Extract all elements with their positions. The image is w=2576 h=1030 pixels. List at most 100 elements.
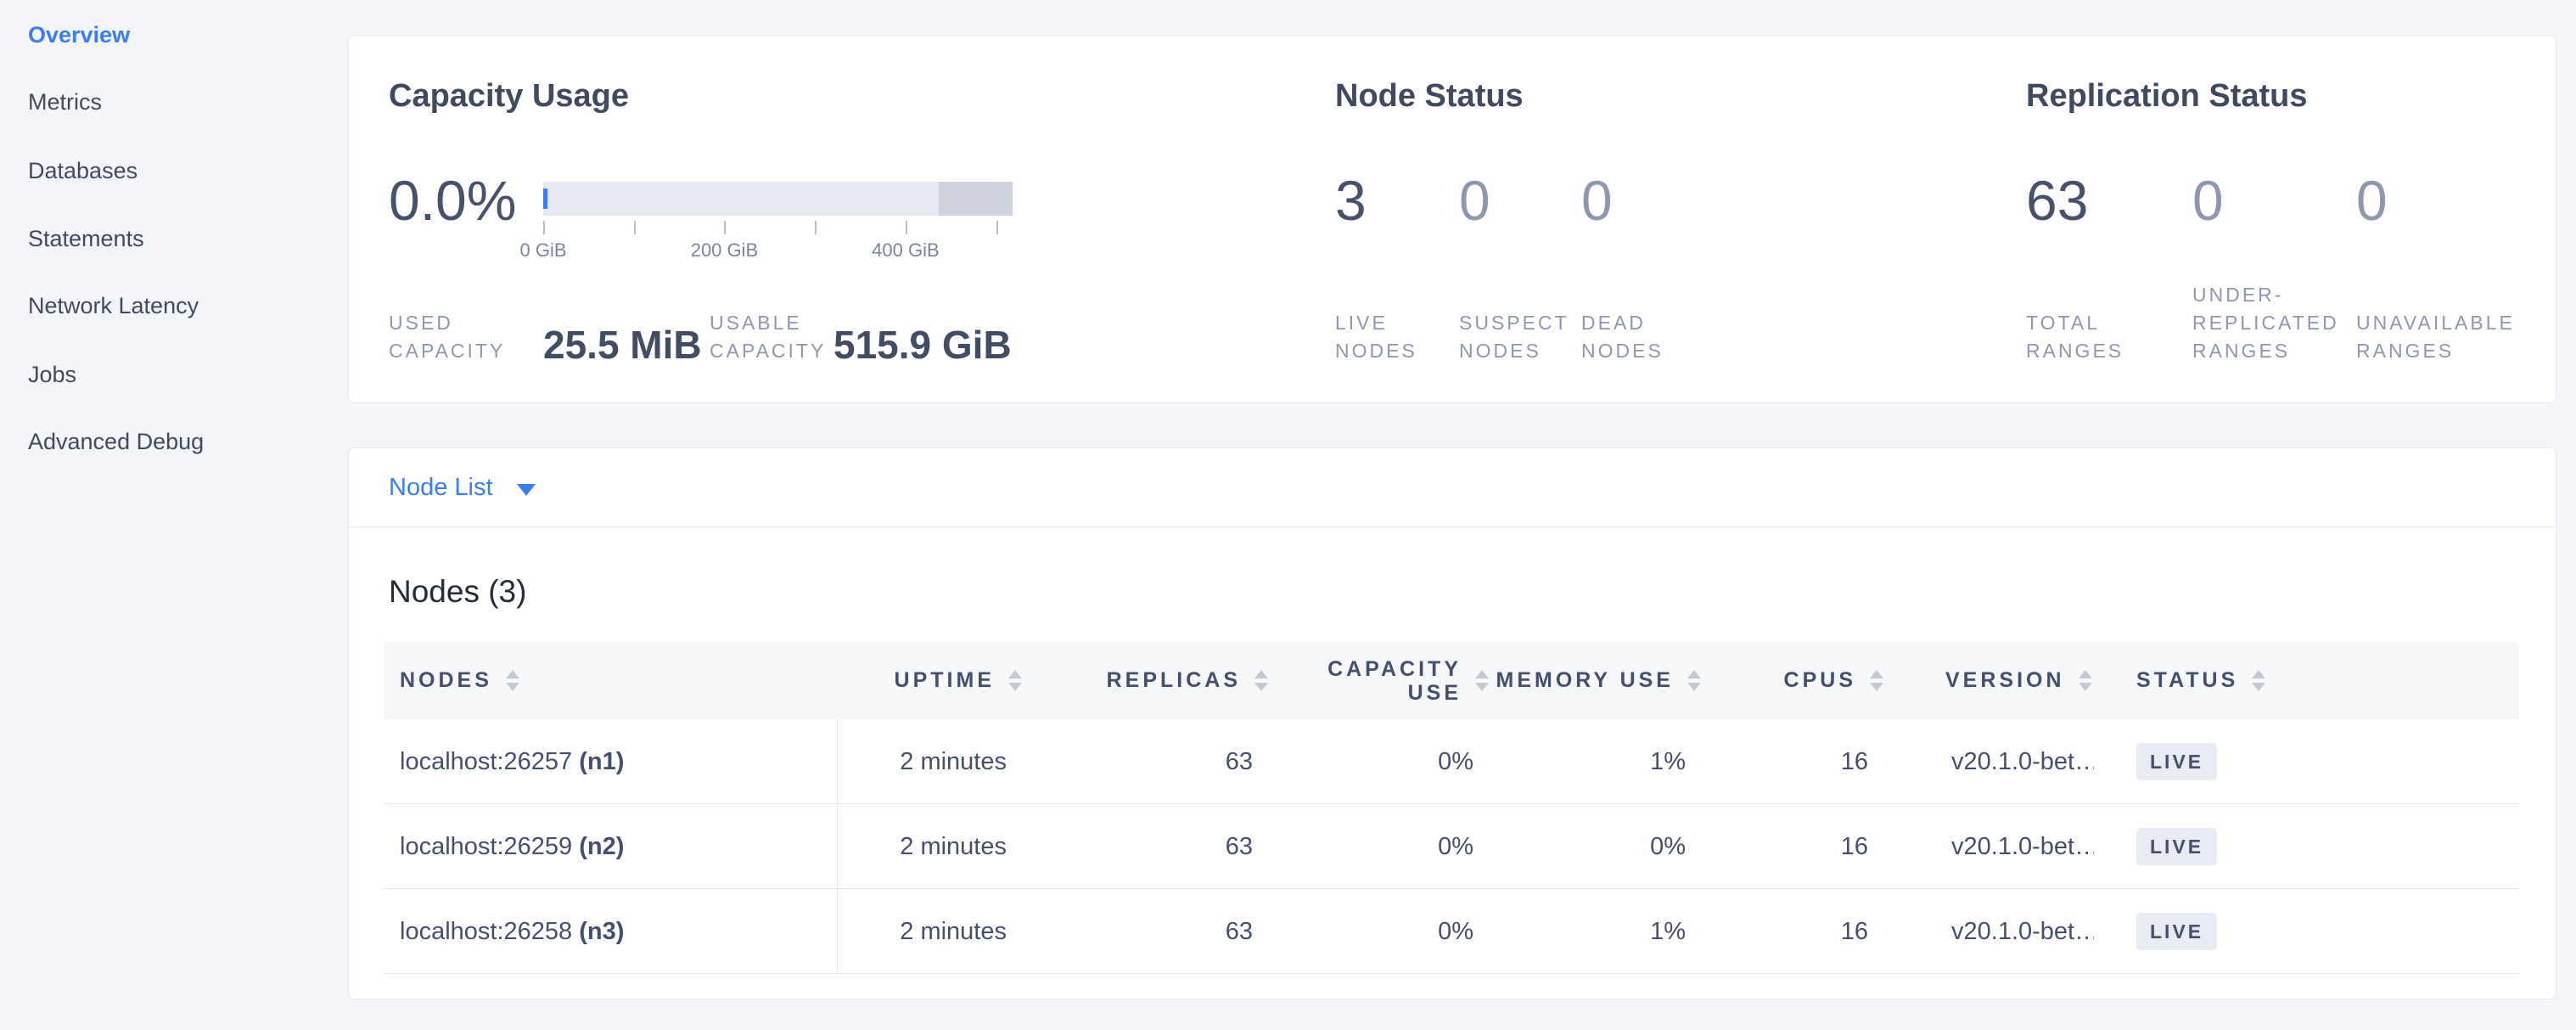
status-badge: LIVE xyxy=(2136,828,2217,865)
memory-use-cell: 1% xyxy=(1504,748,1716,776)
suspect-nodes-label-line2: NODES xyxy=(1459,337,1569,365)
cpus-cell: 16 xyxy=(1716,918,1899,946)
view-selector-bar: Node List xyxy=(349,448,2556,527)
used-capacity-value: 25.5 MiB xyxy=(543,324,702,365)
column-header-replicas-label: REPLICAS xyxy=(1107,668,1241,693)
suspect-nodes-count: 0 xyxy=(1459,170,1490,231)
table-row-node-2[interactable]: localhost:26259 (n2) 2 minutes 63 0% 0% … xyxy=(384,804,2519,889)
used-capacity-label-line1: USED xyxy=(389,309,505,337)
total-ranges-count: 63 xyxy=(2026,170,2088,231)
total-ranges-label: TOTAL RANGES xyxy=(2026,309,2124,365)
version-cell: v20.1.0-bet… xyxy=(1899,918,2094,946)
node-address-cell: localhost:26257 (n1) xyxy=(384,719,838,804)
column-header-capacity-use-label: CAPACITY USE xyxy=(1327,657,1462,705)
unavailable-ranges-label-line1: UNAVAILABLE xyxy=(2356,309,2515,337)
column-header-uptime[interactable]: UPTIME xyxy=(838,668,1037,693)
column-header-nodes[interactable]: NODES xyxy=(384,668,838,693)
cpus-cell: 16 xyxy=(1716,833,1899,861)
sidebar-item-statements[interactable]: Statements xyxy=(28,222,144,256)
under-replicated-ranges-label: UNDER- REPLICATED RANGES xyxy=(2192,281,2339,365)
unavailable-ranges-count: 0 xyxy=(2356,170,2388,231)
dead-nodes-count: 0 xyxy=(1581,170,1613,231)
under-replicated-label-line1: UNDER- xyxy=(2192,281,2339,309)
sidebar-item-databases[interactable]: Databases xyxy=(28,154,137,188)
table-row-node-3[interactable]: localhost:26258 (n3) 2 minutes 63 0% 1% … xyxy=(384,889,2519,974)
memory-use-cell: 1% xyxy=(1504,918,1716,946)
capacity-axis-labels: 0 GiB 200 GiB 400 GiB xyxy=(543,239,1013,263)
node-address: localhost:26258 xyxy=(400,918,572,946)
cluster-summary-card: Capacity Usage 0.0% 0 GiB 200 GiB 400 Gi… xyxy=(348,35,2556,403)
column-header-replicas[interactable]: REPLICAS xyxy=(1037,668,1283,693)
sidebar: Overview Metrics Databases Statements Ne… xyxy=(0,0,348,1030)
column-header-status-label: STATUS xyxy=(2136,668,2238,693)
sort-arrows-icon xyxy=(506,670,519,691)
capacity-usage-title: Capacity Usage xyxy=(389,76,629,116)
capacity-use-line1: CAPACITY xyxy=(1327,657,1462,681)
sidebar-item-jobs[interactable]: Jobs xyxy=(28,357,76,391)
nodes-table-header: NODES UPTIME REPLICAS CAPACITY USE MEMOR… xyxy=(384,642,2519,719)
column-header-version-label: VERSION xyxy=(1945,668,2065,693)
replicas-cell: 63 xyxy=(1037,833,1283,861)
sort-arrows-icon xyxy=(2252,670,2265,691)
node-id: (n2) xyxy=(579,833,624,861)
used-capacity-label-line2: CAPACITY xyxy=(389,337,505,365)
status-cell: LIVE xyxy=(2094,828,2519,865)
cpus-cell: 16 xyxy=(1716,748,1899,776)
usable-capacity-label: USABLE CAPACITY xyxy=(710,309,826,365)
node-address: localhost:26257 xyxy=(400,748,572,776)
version-cell: v20.1.0-bet… xyxy=(1899,748,2094,776)
sort-arrows-icon xyxy=(2079,670,2092,691)
node-list-dropdown[interactable]: Node List xyxy=(389,448,536,527)
sidebar-item-advanced-debug[interactable]: Advanced Debug xyxy=(28,425,204,459)
unavailable-ranges-label-line2: RANGES xyxy=(2356,337,2515,365)
total-ranges-label-line1: TOTAL xyxy=(2026,309,2124,337)
capacity-use-cell: 0% xyxy=(1283,918,1504,946)
nodes-section-title: Nodes (3) xyxy=(389,574,526,610)
column-header-capacity-use[interactable]: CAPACITY USE xyxy=(1283,657,1504,705)
capacity-use-cell: 0% xyxy=(1283,748,1504,776)
version-cell: v20.1.0-bet… xyxy=(1899,833,2094,861)
uptime-cell: 2 minutes xyxy=(838,833,1037,861)
status-cell: LIVE xyxy=(2094,743,2519,780)
column-header-version[interactable]: VERSION xyxy=(1899,668,2094,693)
used-capacity-label: USED CAPACITY xyxy=(389,309,505,365)
live-nodes-count: 3 xyxy=(1335,170,1367,231)
replicas-cell: 63 xyxy=(1037,918,1283,946)
axis-label-400gib: 400 GiB xyxy=(872,239,940,262)
total-ranges-label-line2: RANGES xyxy=(2026,337,2124,365)
column-header-status[interactable]: STATUS xyxy=(2094,668,2519,693)
status-badge: LIVE xyxy=(2136,743,2217,780)
live-nodes-label-line2: NODES xyxy=(1335,337,1417,365)
suspect-nodes-label-line1: SUSPECT xyxy=(1459,309,1569,337)
capacity-use-cell: 0% xyxy=(1283,833,1504,861)
sort-arrows-icon xyxy=(1687,670,1701,691)
sidebar-item-overview[interactable]: Overview xyxy=(28,18,130,52)
sidebar-item-network-latency[interactable]: Network Latency xyxy=(28,289,199,323)
usable-capacity-label-line2: CAPACITY xyxy=(710,337,826,365)
capacity-used-percent: 0.0% xyxy=(389,170,516,231)
column-header-memory-use[interactable]: MEMORY USE xyxy=(1504,668,1716,693)
node-status-title: Node Status xyxy=(1335,76,1524,116)
column-header-cpus[interactable]: CPUS xyxy=(1716,668,1899,693)
capacity-gauge xyxy=(543,182,1013,216)
chevron-down-icon xyxy=(517,484,536,496)
status-cell: LIVE xyxy=(2094,913,2519,950)
replication-status-title: Replication Status xyxy=(2026,76,2308,116)
sort-arrows-icon xyxy=(1254,670,1268,691)
dead-nodes-label-line1: DEAD xyxy=(1581,309,1664,337)
sort-arrows-icon xyxy=(1870,670,1883,691)
capacity-used-bar xyxy=(543,189,547,209)
sidebar-item-metrics[interactable]: Metrics xyxy=(28,85,102,119)
uptime-cell: 2 minutes xyxy=(838,918,1037,946)
sort-arrows-icon xyxy=(1475,670,1489,691)
suspect-nodes-label: SUSPECT NODES xyxy=(1459,309,1569,365)
live-nodes-label-line1: LIVE xyxy=(1335,309,1417,337)
table-row-node-1[interactable]: localhost:26257 (n1) 2 minutes 63 0% 1% … xyxy=(384,719,2519,804)
live-nodes-label: LIVE NODES xyxy=(1335,309,1417,365)
under-replicated-label-line2: REPLICATED xyxy=(2192,309,2339,337)
unavailable-ranges-label: UNAVAILABLE RANGES xyxy=(2356,309,2515,365)
dead-nodes-label-line2: NODES xyxy=(1581,337,1664,365)
axis-label-0gib: 0 GiB xyxy=(519,239,566,262)
dead-nodes-label: DEAD NODES xyxy=(1581,309,1664,365)
node-address-cell: localhost:26258 (n3) xyxy=(384,889,838,974)
